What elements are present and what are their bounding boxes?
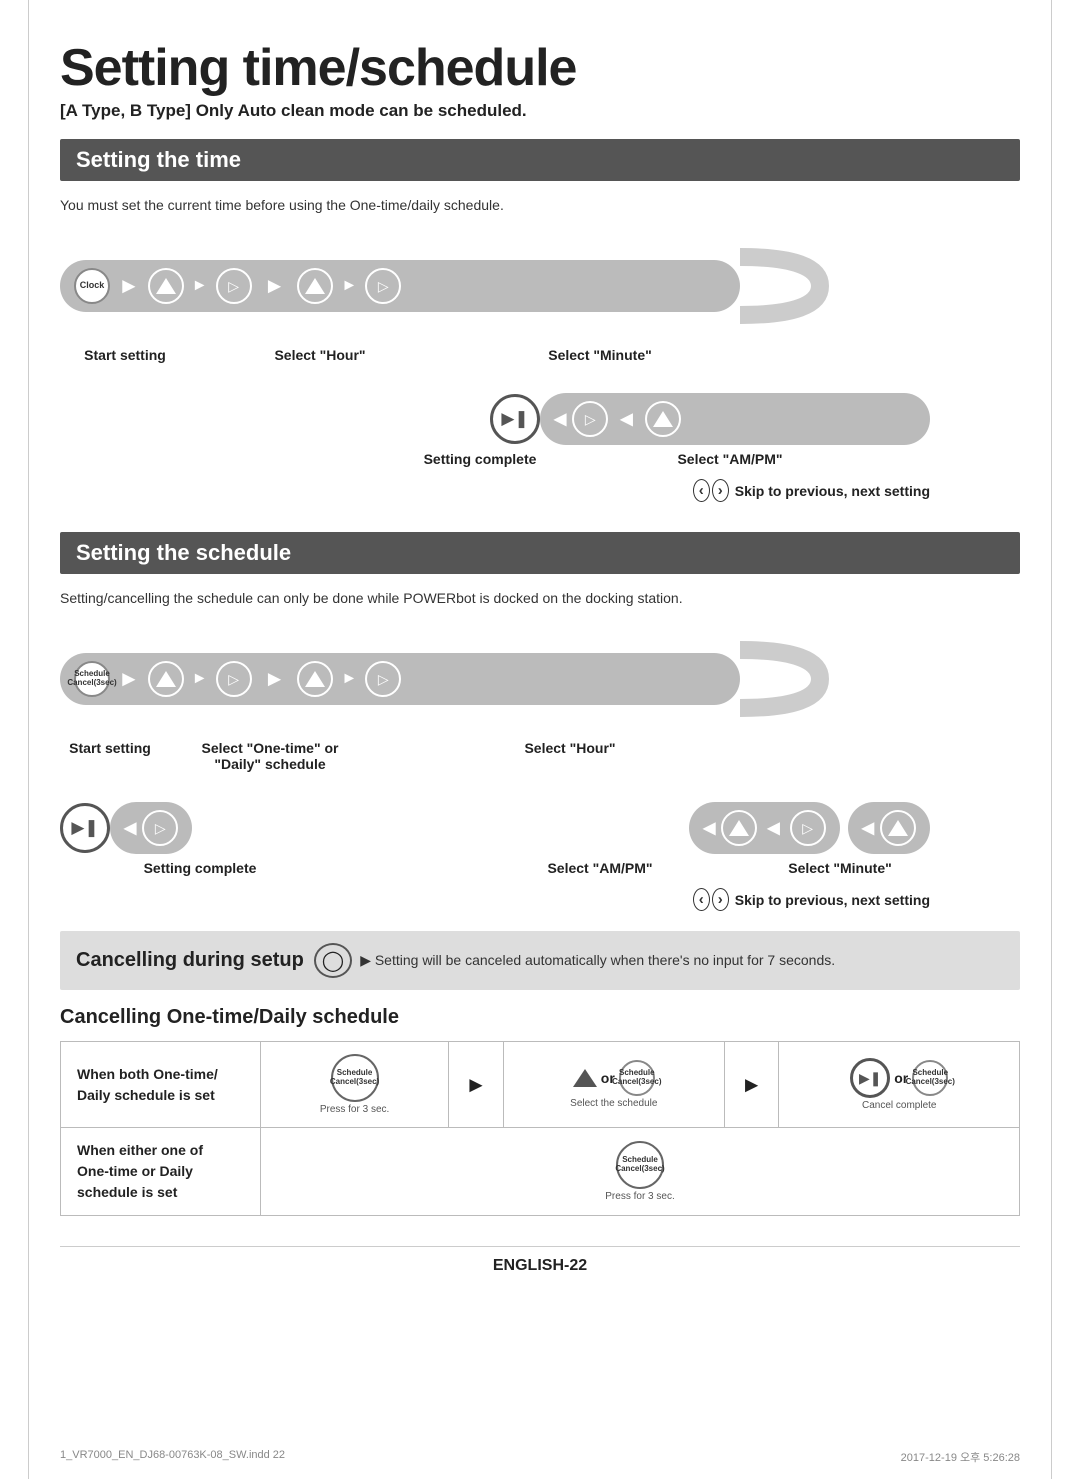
row1-step2: or ScheduleCancel(3sec) Select the sched… xyxy=(503,1042,724,1128)
arrow-cell-2: ► xyxy=(724,1042,779,1128)
row1-step3: ▶❚ or ScheduleCancel(3sec) Cancel comple… xyxy=(779,1042,1020,1128)
schedule-top-labels: Start setting Select "One-time" or"Daily… xyxy=(60,740,1020,772)
time-top-labels: Start setting Select "Hour" Select "Minu… xyxy=(60,347,1020,363)
row1-step2-label: Select the schedule xyxy=(570,1098,657,1109)
label-s-complete: Setting complete xyxy=(120,860,280,876)
cancel-setup-section: Cancelling during setup ◯ ▶ Setting will… xyxy=(60,931,1020,990)
next-btn-s1: ▷ xyxy=(216,661,252,697)
row1-step1: ScheduleCancel(3sec) Press for 3 sec. xyxy=(261,1042,449,1128)
cancel-setup-text: ▶ Setting will be canceled automatically… xyxy=(360,952,835,969)
skip-label-1: Skip to previous, next setting xyxy=(735,483,930,499)
up-btn-s1 xyxy=(148,661,184,697)
power-icon: ◯ xyxy=(314,943,352,978)
cancel-setup-title: Cancelling during setup xyxy=(76,949,304,972)
time-diagram: Clock ► ► ▷ ► ► xyxy=(60,231,1020,502)
label-s-hour: Select "Hour" xyxy=(480,740,660,772)
up-btn-s2 xyxy=(297,661,333,697)
prev-button-1: ▷ xyxy=(572,401,608,437)
time-bottom-labels: Setting complete Select "AM/PM" xyxy=(60,451,1020,467)
next-button-2: ▷ xyxy=(365,268,401,304)
play-pause-button: ▶❚ xyxy=(490,394,540,444)
label-select-ampm: Select "AM/PM" xyxy=(620,451,840,467)
doc-footer-left: 1_VR7000_EN_DJ68-00763K-08_SW.indd 22 xyxy=(60,1449,285,1465)
skip-label-2: Skip to previous, next setting xyxy=(735,892,930,908)
play-pause-s: ▶❚ xyxy=(60,803,110,853)
up-btn-sr xyxy=(880,810,916,846)
schedule-bottom-row: ▶❚ ◀ ▷ ◀ xyxy=(60,802,1020,854)
doc-footer-right: 2017-12-19 오후 5:26:28 xyxy=(901,1449,1020,1465)
time-bottom-track: ◀ ▷ ◀ xyxy=(540,393,930,445)
time-top-track: Clock ► ► ▷ ► ► xyxy=(60,260,740,312)
curve-connector-s1 xyxy=(740,624,830,734)
up-button-2 xyxy=(297,268,333,304)
play-pause-cancel: ▶❚ xyxy=(850,1058,890,1098)
arrow-cell-1: ► xyxy=(449,1042,504,1128)
next-btn-s2: ▷ xyxy=(365,661,401,697)
row2-step-label: Press for 3 sec. xyxy=(605,1191,674,1202)
schedule-bottom-right: ◀ xyxy=(848,802,930,854)
schedule-button-top: ScheduleCancel(3sec) xyxy=(74,661,110,697)
cancel-onetime-title: Cancelling One-time/Daily schedule xyxy=(60,1006,1020,1029)
row2-label: When either one ofOne-time or Dailysched… xyxy=(61,1128,261,1216)
section2-desc: Setting/cancelling the schedule can only… xyxy=(60,590,1020,606)
skip-note-1: ‹ › Skip to previous, next setting xyxy=(60,475,1020,502)
section1-header: Setting the time xyxy=(60,139,1020,181)
skip-note-2: ‹ › Skip to previous, next setting xyxy=(60,884,1020,911)
cancel-table: When both One-time/Daily schedule is set… xyxy=(60,1041,1020,1216)
row2-step: ScheduleCancel(3sec) Press for 3 sec. xyxy=(261,1128,1020,1216)
row1-step3-label: Cancel complete xyxy=(850,1100,948,1111)
curve-connector-1 xyxy=(740,231,830,341)
label-setting-complete: Setting complete xyxy=(400,451,560,467)
doc-footer: 1_VR7000_EN_DJ68-00763K-08_SW.indd 22 20… xyxy=(60,1449,1020,1465)
schedule-bottom-left: ◀ ▷ xyxy=(110,802,192,854)
section1-desc: You must set the current time before usi… xyxy=(60,197,1020,213)
row1-label: When both One-time/Daily schedule is set xyxy=(61,1042,261,1128)
clock-button: Clock xyxy=(74,268,110,304)
prev-btn-sl: ▷ xyxy=(142,810,178,846)
up-button-3 xyxy=(645,401,681,437)
next-button-1: ▷ xyxy=(216,268,252,304)
table-row-1: When both One-time/Daily schedule is set… xyxy=(61,1042,1020,1128)
next-btn-sm: ▷ xyxy=(790,810,826,846)
label-s-start: Start setting xyxy=(60,740,160,772)
page-title: Setting time/schedule xyxy=(60,40,1020,97)
label-s-ampm: Select "AM/PM" xyxy=(510,860,690,876)
up-tri-icon xyxy=(573,1069,597,1087)
label-s-minute: Select "Minute" xyxy=(750,860,930,876)
page-subtitle: [A Type, B Type] Only Auto clean mode ca… xyxy=(60,101,1020,121)
up-button-1 xyxy=(148,268,184,304)
schedule-bottom-labels: Setting complete Select "AM/PM" Select "… xyxy=(60,860,1020,876)
time-bottom-row: ▶❚ ◀ ▷ ◀ xyxy=(60,393,1020,445)
schedule-top-track: ScheduleCancel(3sec) ► ► ▷ ► ► ▷ xyxy=(60,653,740,705)
label-s-onetime: Select "One-time" or"Daily" schedule xyxy=(180,740,360,772)
label-start-setting: Start setting xyxy=(60,347,190,363)
schedule-bottom-mid: ◀ ◀ ▷ xyxy=(689,802,840,854)
section2-header: Setting the schedule xyxy=(60,532,1020,574)
label-select-minute: Select "Minute" xyxy=(500,347,700,363)
row1-step1-label: Press for 3 sec. xyxy=(320,1104,389,1115)
up-btn-sm xyxy=(721,810,757,846)
schedule-diagram: ScheduleCancel(3sec) ► ► ▷ ► ► ▷ xyxy=(60,624,1020,911)
label-select-hour: Select "Hour" xyxy=(220,347,420,363)
page-footer: ENGLISH-22 xyxy=(60,1246,1020,1275)
table-row-2: When either one ofOne-time or Dailysched… xyxy=(61,1128,1020,1216)
